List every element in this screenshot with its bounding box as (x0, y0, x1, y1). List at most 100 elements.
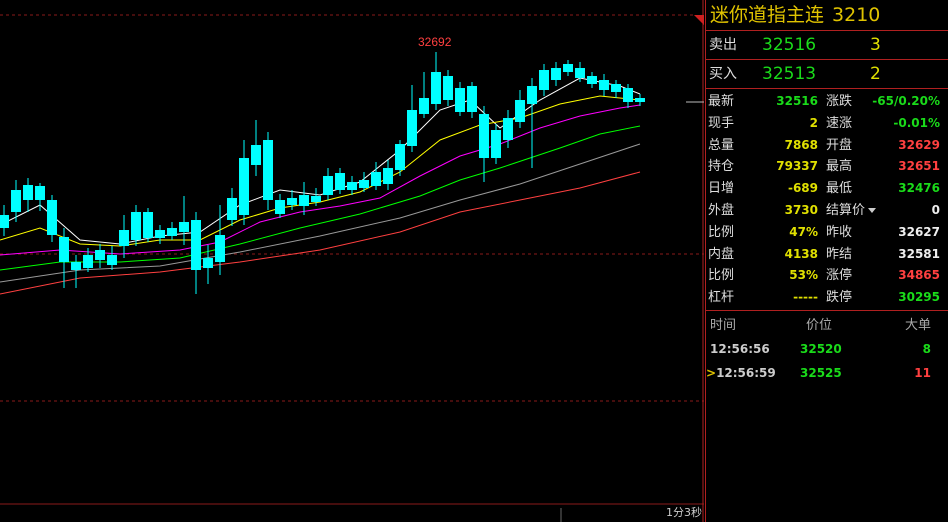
candle-body (455, 88, 465, 112)
peak-price-label: 32692 (418, 35, 452, 49)
stat-value: 7868 (784, 137, 818, 152)
stat-label: 持仓 (708, 159, 735, 175)
candle (227, 188, 237, 226)
tick-time: >12:56:59 (706, 361, 776, 385)
stat-value: ----- (793, 290, 818, 305)
candle-body (551, 68, 561, 80)
quote-panel: 迷你道指主连 3210 卖出 32516 3 买入 32513 2 最新 32516… (705, 0, 948, 522)
stat-value: 2 (809, 115, 818, 130)
stat-value: -689 (787, 181, 818, 196)
buy-label: 买入 (709, 66, 737, 82)
candle-body (251, 145, 261, 165)
candle (275, 194, 285, 218)
stat-row: 现手 2 速涨 -0.01% (706, 113, 948, 135)
tick-price: 32520 (800, 342, 842, 356)
candle-body (35, 186, 45, 200)
stat-label: 最低 (826, 181, 853, 197)
candle (539, 64, 549, 96)
candlestick-chart[interactable]: 32692 1分3秒 (0, 0, 704, 522)
instrument-title: 迷你道指主连 3210 (706, 0, 948, 31)
candle (59, 228, 69, 288)
candle (611, 80, 621, 98)
candle-body (575, 68, 585, 78)
candle (263, 132, 273, 210)
ma-line-60 (0, 143, 641, 283)
instrument-code: 3210 (832, 4, 881, 26)
stat-label: 比例 (708, 268, 735, 284)
candle-body (59, 237, 69, 262)
stat-value: 79337 (776, 159, 818, 174)
tick-volume: 8 (922, 342, 931, 356)
candle (323, 168, 333, 200)
candle (455, 82, 465, 116)
stat-value: -65/0.20% (872, 94, 940, 108)
candle (359, 172, 369, 192)
stat-value: 32516 (776, 94, 818, 108)
sell-row[interactable]: 卖出 32516 3 (706, 31, 948, 60)
sell-price: 32516 (762, 35, 817, 55)
stat-row: 杠杆 ----- 跌停 30295 (706, 287, 948, 309)
candle (491, 124, 501, 164)
candle (383, 160, 393, 190)
candle-body (179, 222, 189, 232)
candle (191, 212, 201, 294)
stat-label: 内盘 (708, 246, 735, 262)
sell-volume: 3 (870, 35, 881, 55)
candle-body (155, 230, 165, 238)
candle (167, 222, 177, 240)
stats-table: 最新 32516 涨跌 -65/0.20% 现手 2 速涨 -0.01% 总量 7868 开盘 3… (706, 89, 948, 311)
stat-value: 53% (789, 268, 818, 283)
candle-body (275, 200, 285, 214)
chart-canvas: 32692 (0, 0, 704, 522)
candle-body (383, 168, 393, 184)
candle (479, 106, 489, 182)
candle-body (107, 255, 117, 265)
candle-body (623, 88, 633, 102)
candle (47, 195, 57, 242)
stat-value: 32476 (898, 181, 940, 196)
candle-body (227, 198, 237, 220)
stat-row: 内盘 4138 昨结 32581 (706, 244, 948, 266)
ma-line-5 (0, 77, 641, 245)
timeframe-label: 1分3秒 (666, 506, 702, 519)
stat-label: 速涨 (826, 115, 853, 131)
candle-body (491, 130, 501, 158)
stat-value: 47% (789, 224, 818, 239)
stat-value: 32629 (898, 137, 940, 152)
candle (635, 94, 645, 106)
tick-marker: > (706, 366, 717, 380)
candle-body (407, 110, 417, 146)
tick-time-text: 12:56:59 (716, 366, 776, 380)
candle-body (323, 176, 333, 195)
stat-row: 外盘 3730 结算价 0 (706, 200, 948, 222)
candle-body (143, 212, 153, 238)
ma-line-20 (0, 104, 641, 256)
stat-value: 4138 (784, 246, 818, 261)
candle (587, 72, 597, 88)
stat-label: 比例 (708, 224, 735, 240)
candle-body (299, 195, 309, 206)
candle (395, 140, 405, 176)
candle-body (599, 80, 609, 90)
corner-marker (694, 15, 704, 25)
candle (23, 178, 33, 212)
stat-label: 开盘 (826, 137, 853, 153)
candle-body (335, 173, 345, 190)
candle-body (11, 190, 21, 212)
stat-value: -0.01% (893, 115, 940, 130)
settlement-dropdown[interactable]: 结算价 (826, 200, 877, 222)
candle (107, 246, 117, 270)
candle (119, 215, 129, 258)
chevron-down-icon[interactable] (868, 207, 877, 213)
tick-row[interactable]: 12:56:56 32520 8 (706, 337, 948, 361)
stat-row: 持仓 79337 最高 32651 (706, 156, 948, 178)
candle (563, 60, 573, 76)
stat-label: 最新 (708, 94, 735, 109)
candle (467, 82, 477, 118)
buy-row[interactable]: 买入 32513 2 (706, 60, 948, 89)
candle (599, 74, 609, 96)
candle (527, 78, 537, 168)
stat-label: 杠杆 (708, 290, 735, 306)
candle-body (467, 86, 477, 112)
tick-row[interactable]: >12:56:59 32525 11 (706, 361, 948, 385)
